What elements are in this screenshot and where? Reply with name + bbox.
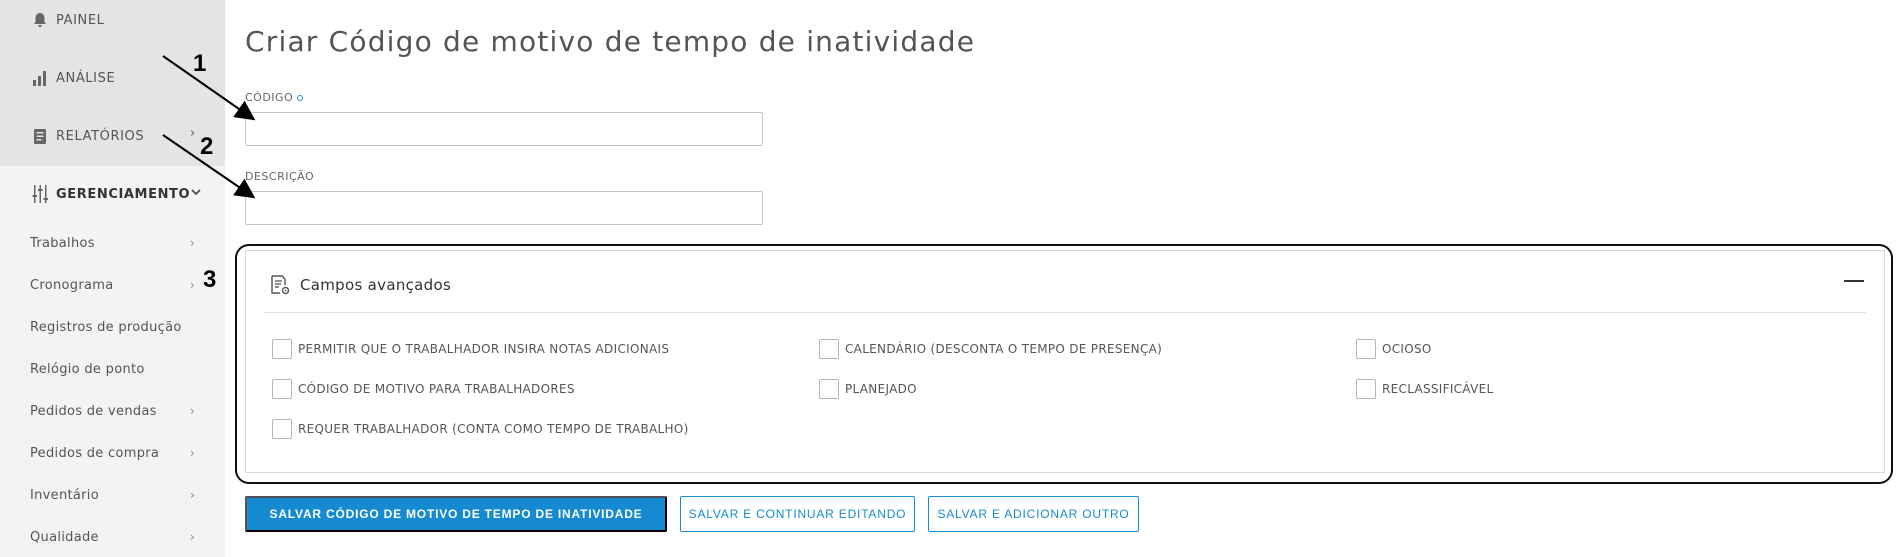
annotation-number-2: 2 <box>200 133 214 160</box>
chevron-right-icon[interactable]: › <box>190 126 195 141</box>
chevron-right-icon: › <box>190 278 195 292</box>
sidebar-item-registros-de-producao[interactable]: Registros de produção <box>30 320 200 335</box>
sidebar-item-trabalhos[interactable]: Trabalhos <box>30 236 200 251</box>
checkbox-box[interactable] <box>1356 339 1376 359</box>
checkbox-box[interactable] <box>272 379 292 399</box>
report-icon <box>30 126 50 146</box>
bar-chart-icon <box>30 68 50 88</box>
code-input[interactable] <box>245 112 763 146</box>
chevron-right-icon: › <box>190 488 195 502</box>
checkbox-planejado[interactable]: PLANEJADO <box>819 379 917 399</box>
checkbox-label: REQUER TRABALHADOR (CONTA COMO TEMPO DE … <box>298 422 689 436</box>
annotation-number-1: 1 <box>193 50 207 77</box>
sidebar: PAINEL ANÁLISE RELATÓRIOS › GERENCIAMENT… <box>0 0 225 557</box>
checkbox-requer-trabalhador[interactable]: REQUER TRABALHADOR (CONTA COMO TEMPO DE … <box>272 419 689 439</box>
checkbox-label: RECLASSIFICÁVEL <box>1382 382 1494 396</box>
nav-item-label: RELATÓRIOS <box>56 128 145 144</box>
checkbox-label: PERMITIR QUE O TRABALHADOR INSIRA NOTAS … <box>298 342 670 356</box>
chevron-right-icon: › <box>190 404 195 418</box>
advanced-fields-title: Campos avançados <box>300 276 452 294</box>
chevron-right-icon: › <box>190 446 195 460</box>
checkbox-label: CALENDÁRIO (DESCONTA O TEMPO DE PRESENÇA… <box>845 342 1163 356</box>
bell-icon <box>30 10 50 30</box>
checkbox-reclassificavel[interactable]: RECLASSIFICÁVEL <box>1356 379 1493 399</box>
sidebar-item-pedidos-de-compra[interactable]: Pedidos de compra <box>30 446 200 461</box>
save-continue-button[interactable]: SALVAR E CONTINUAR EDITANDO <box>680 496 915 532</box>
chevron-down-icon[interactable] <box>190 186 202 202</box>
page-title: Criar Código de motivo de tempo de inati… <box>245 25 976 58</box>
checkbox-ocioso[interactable]: OCIOSO <box>1356 339 1432 359</box>
sidebar-item-inventario[interactable]: Inventário <box>30 488 200 503</box>
save-add-another-button[interactable]: SALVAR E ADICIONAR OUTRO <box>928 496 1139 532</box>
checkbox-box[interactable] <box>272 419 292 439</box>
sliders-icon <box>30 184 50 204</box>
advanced-fields-header[interactable]: Campos avançados <box>268 273 451 297</box>
checkbox-label: OCIOSO <box>1382 342 1432 356</box>
chevron-right-icon: › <box>190 236 195 250</box>
checkbox-calendario[interactable]: CALENDÁRIO (DESCONTA O TEMPO DE PRESENÇA… <box>819 339 1162 359</box>
checkbox-box[interactable] <box>819 339 839 359</box>
sidebar-item-qualidade[interactable]: Qualidade <box>30 530 200 545</box>
checkbox-label: PLANEJADO <box>845 382 917 396</box>
sidebar-item-relogio-de-ponto[interactable]: Relógio de ponto <box>30 362 200 377</box>
nav-item-label: PAINEL <box>56 12 105 28</box>
description-field-label: DESCRIÇÃO <box>245 170 315 183</box>
nav-item-relatorios[interactable]: RELATÓRIOS <box>30 126 144 146</box>
required-indicator-icon <box>297 95 304 101</box>
nav-item-painel[interactable]: PAINEL <box>30 10 105 30</box>
code-field-label: CÓDIGO <box>245 91 304 104</box>
code-label-text: CÓDIGO <box>245 91 294 104</box>
checkbox-label: CÓDIGO DE MOTIVO PARA TRABALHADORES <box>298 382 575 396</box>
nav-item-label: ANÁLISE <box>56 70 116 86</box>
checkbox-box[interactable] <box>272 339 292 359</box>
nav-item-label: GERENCIAMENTO <box>56 186 191 202</box>
chevron-right-icon: › <box>190 530 195 544</box>
checkbox-box[interactable] <box>1356 379 1376 399</box>
sidebar-item-cronograma[interactable]: Cronograma <box>30 278 200 293</box>
checkbox-permitir-notas[interactable]: PERMITIR QUE O TRABALHADOR INSIRA NOTAS … <box>272 339 669 359</box>
panel-divider <box>264 312 1866 313</box>
collapse-icon[interactable] <box>1844 280 1864 282</box>
save-button[interactable]: SALVAR CÓDIGO DE MOTIVO DE TEMPO DE INAT… <box>245 496 667 532</box>
annotation-number-3: 3 <box>203 266 217 293</box>
document-settings-icon <box>268 273 292 297</box>
checkbox-box[interactable] <box>819 379 839 399</box>
nav-item-analise[interactable]: ANÁLISE <box>30 68 115 88</box>
checkbox-codigo-trabalhadores[interactable]: CÓDIGO DE MOTIVO PARA TRABALHADORES <box>272 379 575 399</box>
description-input[interactable] <box>245 191 763 225</box>
advanced-fields-panel: Campos avançados PERMITIR QUE O TRABALHA… <box>245 250 1885 473</box>
sidebar-item-pedidos-de-vendas[interactable]: Pedidos de vendas <box>30 404 200 419</box>
nav-item-gerenciamento[interactable]: GERENCIAMENTO <box>30 184 190 204</box>
